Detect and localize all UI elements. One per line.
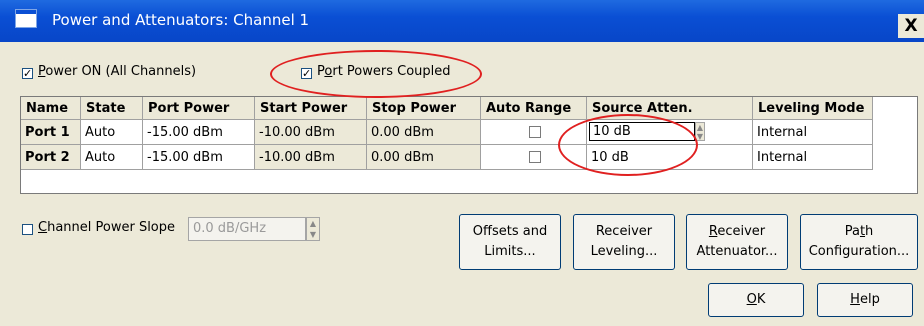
row-1-leveling-mode[interactable]: Internal	[753, 120, 873, 145]
receiver-attenuator-line2: Attenuator...	[696, 244, 778, 259]
channel-power-slope-input[interactable]: 0.0 dB/GHz	[188, 217, 306, 241]
column-header-state: State	[81, 97, 143, 120]
receiver-leveling-line1: Receiver	[595, 224, 653, 239]
path-configuration-line2: Configuration...	[808, 244, 910, 259]
row-2-port-power[interactable]: -15.00 dBm	[143, 145, 255, 170]
row-2-state[interactable]: Auto	[81, 145, 143, 170]
port-powers-coupled-checkbox[interactable]: ✓	[301, 68, 312, 79]
row-1-auto-range-cell	[481, 120, 587, 145]
power-on-checkbox[interactable]: ✓	[22, 68, 33, 79]
close-button[interactable]: X	[898, 14, 924, 38]
power-table: Name State Port Power Start Power Stop P…	[20, 96, 918, 194]
ok-button[interactable]: OK	[708, 283, 804, 317]
row-1-source-atten-input[interactable]: 10 dB	[589, 122, 695, 141]
column-header-leveling-mode: Leveling Mode	[753, 97, 873, 120]
row-1-port-power[interactable]: -15.00 dBm	[143, 120, 255, 145]
row-2-name[interactable]: Port 2	[21, 145, 81, 170]
window-title: Power and Attenuators: Channel 1	[52, 11, 310, 29]
row-1-auto-range-checkbox[interactable]	[529, 126, 541, 138]
row-2-auto-range-checkbox[interactable]	[529, 151, 541, 163]
window-icon	[15, 9, 37, 28]
row-1-name[interactable]: Port 1	[21, 120, 81, 145]
column-header-stop-power: Stop Power	[367, 97, 481, 120]
row-2-leveling-mode[interactable]: Internal	[753, 145, 873, 170]
receiver-attenuator-button[interactable]: Receiver Attenuator...	[686, 214, 788, 270]
channel-power-slope-checkbox[interactable]	[22, 224, 33, 235]
power-on-label[interactable]: Power ON (All Channels)	[38, 64, 196, 79]
row-1-start-power[interactable]: -10.00 dBm	[255, 120, 367, 145]
row-1-stop-power[interactable]: 0.00 dBm	[367, 120, 481, 145]
help-button[interactable]: Help	[817, 283, 913, 317]
row-2-source-atten[interactable]: 10 dB	[587, 145, 753, 170]
row-1-state[interactable]: Auto	[81, 120, 143, 145]
offsets-and-limits-button[interactable]: Offsets and Limits...	[459, 214, 561, 270]
row-1-source-atten-spinner[interactable]: ▲ ▼	[695, 122, 705, 141]
row-2-stop-power[interactable]: 0.00 dBm	[367, 145, 481, 170]
row-1-source-atten-cell: 10 dB ▲ ▼	[587, 120, 753, 145]
offsets-button-line1: Offsets and	[472, 224, 548, 239]
path-configuration-button[interactable]: Path Configuration...	[800, 214, 918, 270]
channel-power-slope-label[interactable]: Channel Power Slope	[38, 220, 175, 235]
offsets-button-line2: Limits...	[484, 244, 536, 259]
column-header-auto-range: Auto Range	[481, 97, 587, 120]
row-2-start-power[interactable]: -10.00 dBm	[255, 145, 367, 170]
column-header-start-power: Start Power	[255, 97, 367, 120]
column-header-name: Name	[21, 97, 81, 120]
channel-power-slope-spinner[interactable]: ▲ ▼	[306, 217, 320, 241]
column-header-source-atten: Source Atten.	[587, 97, 753, 120]
receiver-leveling-line2: Leveling...	[590, 244, 658, 259]
row-2-auto-range-cell	[481, 145, 587, 170]
receiver-leveling-button[interactable]: Receiver Leveling...	[573, 214, 675, 270]
port-powers-coupled-label[interactable]: Port Powers Coupled	[317, 64, 451, 79]
column-header-port-power: Port Power	[143, 97, 255, 120]
